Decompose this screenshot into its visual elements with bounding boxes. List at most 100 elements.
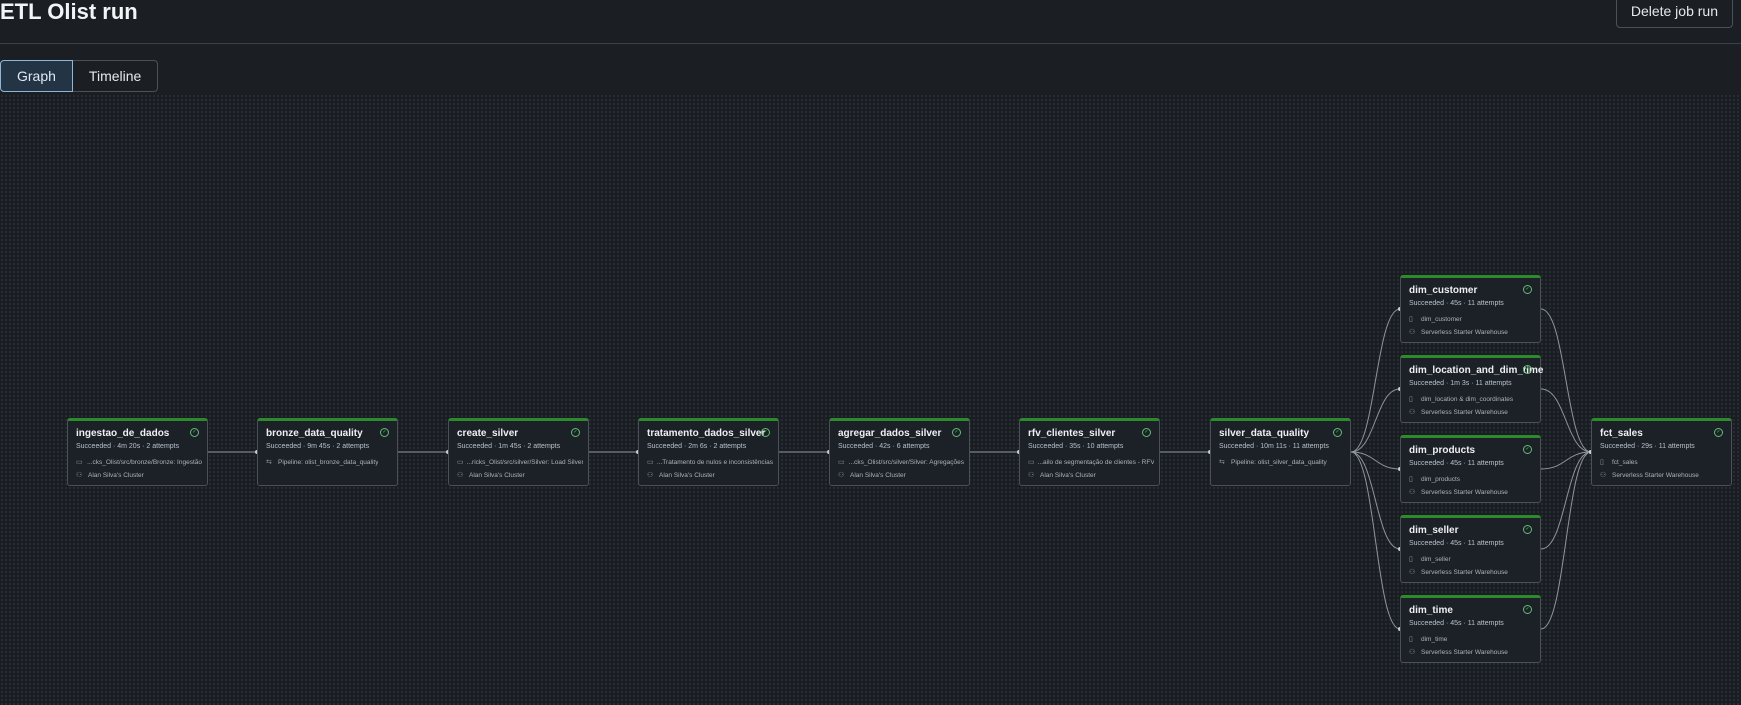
task-node-dim-products[interactable]: dim_products ✓ Succeeded · 45s · 11 attemp… (1400, 435, 1541, 503)
folder-icon: ▭ (838, 459, 845, 466)
task-node-dim-seller[interactable]: dim_seller ✓ Succeeded · 45s · 11 attempts… (1400, 515, 1541, 583)
task-title: agregar_dados_silver (838, 428, 942, 439)
task-title: dim_products (1409, 445, 1476, 456)
task-node-dim-location-and-dim-time[interactable]: dim_location_and_dim_time ✓ Succeeded · 1m… (1400, 355, 1543, 423)
view-tabs: Graph Timeline (0, 60, 159, 92)
edge-6-8 (1350, 388, 1401, 453)
task-line2-text: Serverless Starter Warehouse (1421, 488, 1508, 496)
task-node-silver-data-quality[interactable]: silver_data_quality ✓ Succeeded · 10m 11s … (1210, 418, 1351, 486)
task-line1-text: ...ricks_Olist/src/silver/Silver: Load S… (466, 458, 583, 466)
task-line1: ▯ dim_time (1409, 635, 1448, 644)
task-node-dim-time[interactable]: dim_time ✓ Succeeded · 45s · 11 attempts ▯ d… (1400, 595, 1541, 663)
cluster-icon: ⚇ (1028, 472, 1035, 479)
warehouse-icon: ⚇ (1409, 329, 1416, 336)
task-line2: ⚇ Alan Silva's Cluster (647, 471, 715, 480)
task-title: silver_data_quality (1219, 428, 1310, 439)
task-node-ingestao-de-dados[interactable]: ingestao_de_dados ✓ Succeeded · 4m 20s · 2… (67, 418, 208, 486)
task-node-bronze-data-quality[interactable]: bronze_data_quality ✓ Succeeded · 9m 45s ·… (257, 418, 398, 486)
task-line2: ⚇ Serverless Starter Warehouse (1409, 488, 1508, 497)
task-line1: ▯ dim_products (1409, 475, 1460, 484)
task-line1: ▯ dim_customer (1409, 315, 1462, 324)
task-line2-text: Serverless Starter Warehouse (1421, 328, 1508, 336)
task-status: Succeeded · 1m 3s · 11 attempts (1409, 380, 1512, 387)
edge-6-11 (1350, 451, 1401, 630)
task-title: create_silver (457, 428, 519, 439)
task-line2: ⚇ Alan Silva's Cluster (457, 471, 525, 480)
cluster-icon: ⚇ (838, 472, 845, 479)
task-status: Succeeded · 29s · 11 attempts (1600, 443, 1695, 450)
task-line1: ⇆ Pipeline: olist_bronze_data_quality (266, 458, 378, 467)
task-title: bronze_data_quality (266, 428, 363, 439)
task-line1-text: dim_time (1421, 635, 1448, 643)
task-title: tratamento_dados_silver (647, 428, 766, 439)
edge-10-12 (1540, 451, 1592, 550)
task-line2-text: Alan Silva's Cluster (850, 471, 906, 479)
folder-icon: ▭ (76, 459, 83, 466)
tab-timeline[interactable]: Timeline (72, 60, 159, 92)
task-title: rfv_clientes_silver (1028, 428, 1116, 439)
task-line2-text: Serverless Starter Warehouse (1421, 408, 1508, 416)
file-icon: ▯ (1600, 459, 1604, 466)
edge-8-12 (1540, 388, 1592, 453)
success-check-icon: ✓ (761, 428, 770, 437)
edge-6-9 (1350, 451, 1401, 470)
success-check-icon: ✓ (1523, 525, 1532, 534)
success-check-icon: ✓ (1523, 605, 1532, 614)
folder-icon: ▭ (457, 459, 464, 466)
success-check-icon: ✓ (1523, 285, 1532, 294)
file-icon: ▯ (1409, 396, 1413, 403)
task-node-dim-customer[interactable]: dim_customer ✓ Succeeded · 45s · 11 attemp… (1400, 275, 1541, 343)
edge-6-10 (1350, 451, 1401, 550)
task-title: dim_customer (1409, 285, 1478, 296)
success-check-icon: ✓ (1523, 445, 1532, 454)
file-icon: ▯ (1409, 556, 1413, 563)
task-line1: ▭ ...Tratamento de nulos e inconsistência… (647, 458, 773, 467)
task-line1: ▭ ...ricks_Olist/src/silver/Silver: Load … (457, 458, 583, 467)
edge-7-12 (1540, 308, 1592, 453)
task-line1: ▯ dim_location & dim_coordinates (1409, 395, 1514, 404)
task-line1-text: ...cks_Olist/src/silver/Silver: Agregaçõ… (848, 458, 964, 466)
task-line1: ⇆ Pipeline: olist_silver_data_quality (1219, 458, 1327, 467)
edge-11-12 (1540, 451, 1592, 630)
task-line2-text: Alan Silva's Cluster (88, 471, 144, 479)
task-node-rfv-clientes-silver[interactable]: rfv_clientes_silver ✓ Succeeded · 35s · 10… (1019, 418, 1160, 486)
task-line2: ⚇ Alan Silva's Cluster (76, 471, 144, 480)
cluster-icon: ⚇ (647, 472, 654, 479)
task-line1-text: fct_sales (1612, 458, 1638, 466)
job-graph-canvas[interactable]: ingestao_de_dados ✓ Succeeded · 4m 20s · 2… (0, 94, 1741, 705)
success-check-icon: ✓ (1523, 365, 1532, 374)
task-status: Succeeded · 10m 11s · 11 attempts (1219, 443, 1329, 450)
edge-6-7 (1350, 308, 1401, 453)
warehouse-icon: ⚇ (1409, 649, 1416, 656)
delete-job-run-button[interactable]: Delete job run (1615, 0, 1733, 28)
task-node-create-silver[interactable]: create_silver ✓ Succeeded · 1m 45s · 2 att… (448, 418, 589, 486)
task-line2: ⚇ Serverless Starter Warehouse (1409, 648, 1508, 657)
task-line2: ⚇ Serverless Starter Warehouse (1409, 408, 1508, 417)
task-title: dim_seller (1409, 525, 1459, 536)
task-line1-text: dim_location & dim_coordinates (1421, 395, 1514, 403)
task-line2-text: Serverless Starter Warehouse (1421, 568, 1508, 576)
task-title: dim_time (1409, 605, 1453, 616)
task-line2-text: Serverless Starter Warehouse (1421, 648, 1508, 656)
cluster-icon: ⚇ (76, 472, 83, 479)
task-line2-text: Alan Silva's Cluster (659, 471, 715, 479)
task-node-agregar-dados-silver[interactable]: agregar_dados_silver ✓ Succeeded · 42s · 6… (829, 418, 970, 486)
pipeline-icon: ⇆ (266, 459, 272, 466)
task-line1: ▭ ...ailo de segmentação de clientes - RF… (1028, 458, 1154, 467)
page-header: ETL Olist run Delete job run (0, 0, 1741, 44)
task-line1: ▯ dim_seller (1409, 555, 1451, 564)
task-line1: ▭ ...cks_Olist/src/silver/Silver: Agregaç… (838, 458, 964, 467)
task-node-fct-sales[interactable]: fct_sales ✓ Succeeded · 29s · 11 attempts ▯… (1591, 418, 1732, 486)
task-node-tratamento-dados-silver[interactable]: tratamento_dados_silver ✓ Succeeded · 2m 6… (638, 418, 779, 486)
success-check-icon: ✓ (1142, 428, 1151, 437)
task-status: Succeeded · 4m 20s · 2 attempts (76, 443, 180, 450)
success-check-icon: ✓ (1714, 428, 1723, 437)
task-status: Succeeded · 45s · 11 attempts (1409, 300, 1504, 307)
task-status: Succeeded · 45s · 11 attempts (1409, 620, 1504, 627)
success-check-icon: ✓ (190, 428, 199, 437)
tab-graph[interactable]: Graph (0, 60, 73, 92)
task-status: Succeeded · 2m 6s · 2 attempts (647, 443, 747, 450)
page-title: ETL Olist run (0, 0, 138, 24)
task-line2-text: Alan Silva's Cluster (1040, 471, 1096, 479)
task-line2: ⚇ Serverless Starter Warehouse (1409, 328, 1508, 337)
